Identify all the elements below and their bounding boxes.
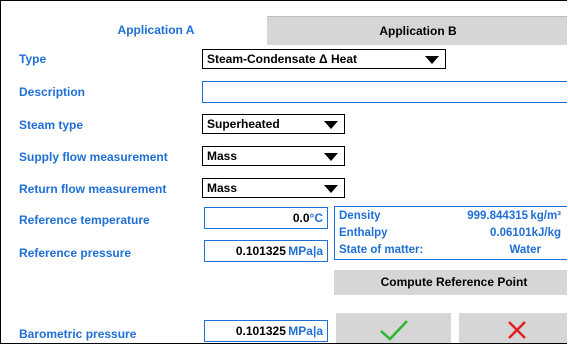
chevron-down-icon <box>324 153 338 161</box>
type-select[interactable]: Steam-Condensate Δ Heat <box>202 49 446 69</box>
reference-point-info: Density 999.844315 kg/m³ Enthalpy 0.0610… <box>334 206 567 260</box>
steam-type-select-value: Superheated <box>207 117 280 131</box>
reference-temperature-unit: °C <box>309 211 323 225</box>
enthalpy-unit: kJ/kg <box>531 227 561 239</box>
chevron-down-icon <box>324 185 338 193</box>
enthalpy-label: Enthalpy <box>339 227 388 239</box>
return-flow-select-value: Mass <box>207 181 238 195</box>
type-select-value: Steam-Condensate Δ Heat <box>207 52 357 66</box>
density-value: 999.844315 <box>467 210 529 222</box>
enthalpy-value: 0.06101 <box>490 227 532 239</box>
reference-pressure-label: Reference pressure <box>19 246 132 260</box>
density-value-group: 999.844315 kg/m³ <box>467 210 561 222</box>
barometric-pressure-unit: MPa|a <box>288 324 323 338</box>
chevron-down-icon <box>425 56 439 64</box>
reference-pressure-value: 0.101325 <box>235 244 286 258</box>
compute-reference-point-button[interactable]: Compute Reference Point <box>334 270 567 295</box>
tab-application-b[interactable]: Application B <box>267 16 567 45</box>
supply-flow-select[interactable]: Mass <box>202 146 345 166</box>
barometric-pressure-label: Barometric pressure <box>19 327 137 341</box>
barometric-pressure-value: 0.101325 <box>235 324 286 338</box>
supply-flow-select-value: Mass <box>207 149 238 163</box>
barometric-pressure-input[interactable]: 0.101325 MPa|a <box>204 320 328 342</box>
description-label: Description <box>19 85 86 99</box>
reference-temperature-label: Reference temperature <box>19 213 150 227</box>
chevron-down-icon <box>324 121 338 129</box>
return-flow-select[interactable]: Mass <box>202 178 345 198</box>
reference-temperature-value: 0.0 <box>292 211 310 225</box>
density-unit: kg/m³ <box>530 210 561 222</box>
checkmark-icon <box>379 320 408 341</box>
type-label: Type <box>19 52 47 66</box>
steam-type-label: Steam type <box>19 118 84 132</box>
density-label: Density <box>339 210 381 222</box>
cancel-button[interactable] <box>459 313 567 343</box>
enthalpy-value-group: 0.06101kJ/kg <box>490 227 561 239</box>
return-flow-label: Return flow measurement <box>19 182 167 196</box>
supply-flow-label: Supply flow measurement <box>19 150 168 164</box>
steam-type-select[interactable]: Superheated <box>202 114 345 134</box>
reference-temperature-input[interactable]: 0.0°C <box>204 207 328 229</box>
application-panel: Application A Application B Type Steam-C… <box>0 0 567 344</box>
state-label: State of matter: <box>339 244 424 256</box>
close-icon <box>507 321 526 339</box>
confirm-button[interactable] <box>336 313 451 343</box>
tab-application-a[interactable]: Application A <box>51 16 261 44</box>
description-input[interactable] <box>202 81 567 103</box>
reference-pressure-input[interactable]: 0.101325 MPa|a <box>204 240 328 262</box>
state-value: Water <box>509 244 541 256</box>
reference-pressure-unit: MPa|a <box>288 244 323 258</box>
